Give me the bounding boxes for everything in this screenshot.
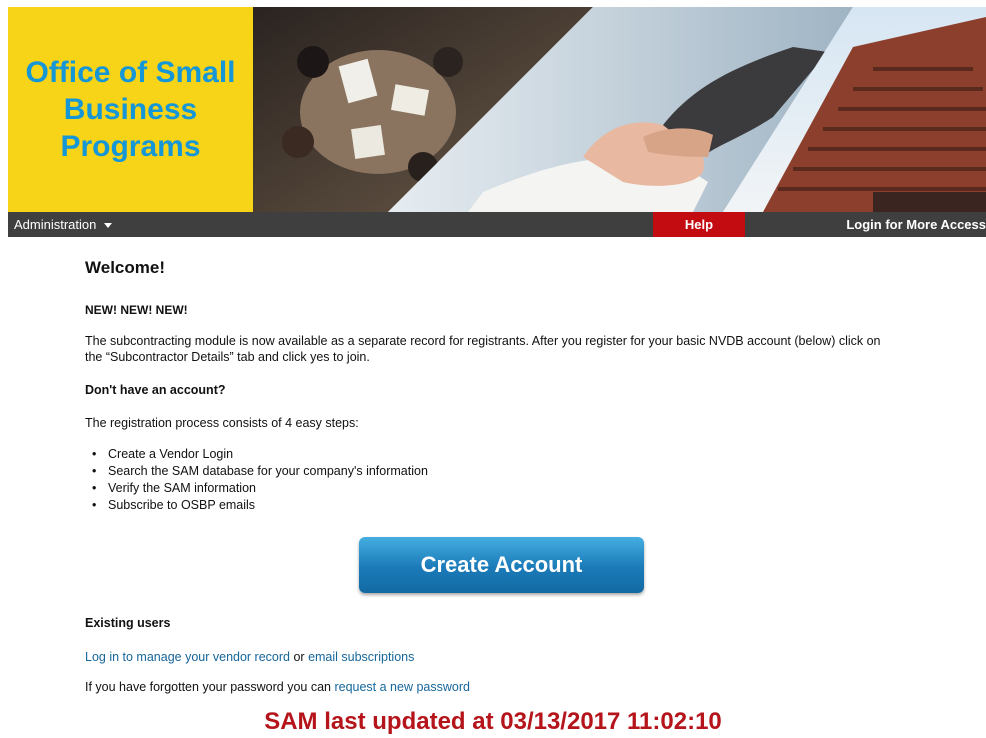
login-link[interactable]: Login for More Access	[846, 212, 986, 237]
new-heading: NEW! NEW! NEW!	[85, 303, 188, 317]
chevron-down-icon	[104, 223, 113, 229]
logo-line-2: Business	[63, 93, 198, 126]
list-item: Subscribe to OSBP emails	[85, 497, 428, 514]
office-logo: Office of Small Business Programs	[8, 7, 253, 212]
administration-menu[interactable]: Administration	[14, 212, 113, 237]
list-item: Verify the SAM information	[85, 480, 428, 497]
create-account-button[interactable]: Create Account	[359, 537, 644, 593]
forgot-password-text: If you have forgotten your password you …	[85, 680, 335, 694]
list-item: Search the SAM database for your company…	[85, 463, 428, 480]
logo-text: Office of Small Business Programs	[25, 54, 235, 165]
logo-line-1: Office of Small	[25, 56, 236, 89]
existing-users-heading: Existing users	[85, 616, 171, 630]
top-nav-bar: Administration Help Login for More Acces…	[8, 212, 986, 237]
administration-label: Administration	[14, 217, 97, 232]
help-button[interactable]: Help	[653, 212, 745, 237]
forgot-password-line: If you have forgotten your password you …	[85, 680, 470, 694]
sam-last-updated: SAM last updated at 03/13/2017 11:02:10	[264, 708, 722, 735]
banner-photo-collage	[253, 7, 986, 212]
login-vendor-record-link[interactable]: Log in to manage your vendor record	[85, 650, 290, 664]
request-password-link[interactable]: request a new password	[334, 680, 470, 694]
or-text: or	[290, 650, 309, 664]
welcome-heading: Welcome!	[85, 258, 165, 277]
email-subscriptions-link[interactable]: email subscriptions	[308, 650, 414, 664]
no-account-heading: Don't have an account?	[85, 383, 226, 397]
registration-steps-list: Create a Vendor Login Search the SAM dat…	[85, 446, 428, 514]
existing-users-links: Log in to manage your vendor record or e…	[85, 650, 414, 664]
steps-intro: The registration process consists of 4 e…	[85, 416, 359, 430]
header-banner: Office of Small Business Programs	[8, 7, 986, 212]
subcontract-paragraph: The subcontracting module is now availab…	[85, 334, 881, 364]
list-item: Create a Vendor Login	[85, 446, 428, 463]
logo-line-3: Programs	[60, 130, 201, 163]
